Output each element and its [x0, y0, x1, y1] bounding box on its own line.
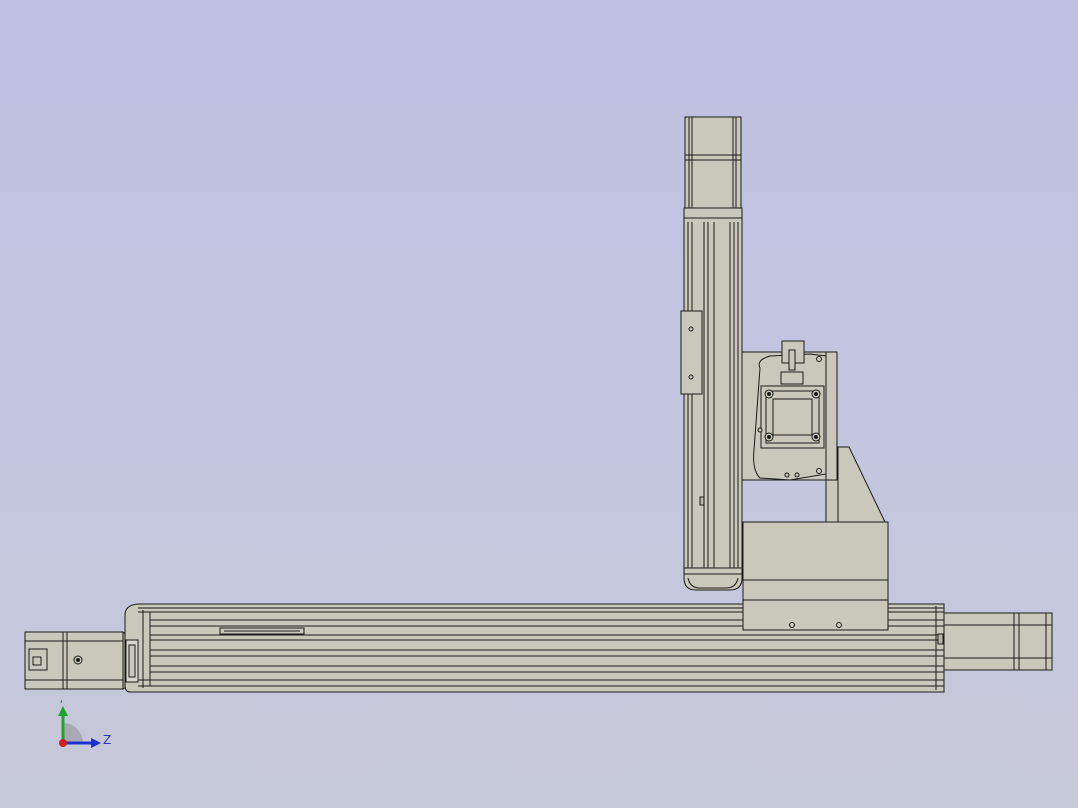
- horizontal-drive-motor[interactable]: [943, 612, 1053, 671]
- coordinate-triad: Y Z: [57, 700, 111, 748]
- triad-y-label: Y: [57, 700, 65, 706]
- vertical-linear-module[interactable]: [680, 116, 743, 591]
- left-end-cap-sensor[interactable]: [24, 630, 129, 690]
- cad-graphics-viewport[interactable]: Y Z: [0, 0, 1078, 808]
- triad-plane-indicator: [63, 723, 83, 743]
- triad-y-arrow: [58, 706, 68, 716]
- triad-origin: [59, 739, 67, 747]
- triad-z-label: Z: [103, 733, 111, 747]
- vertical-drive-motor[interactable]: [741, 340, 838, 481]
- triad-z-arrow: [91, 738, 101, 748]
- cad-model[interactable]: [0, 0, 1078, 808]
